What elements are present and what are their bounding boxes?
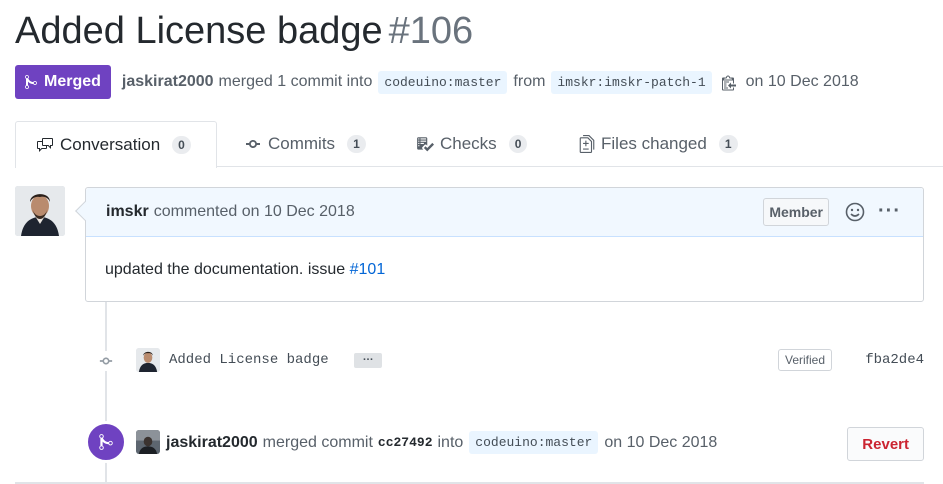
pr-number: #106 xyxy=(388,10,474,52)
comment-header: imskr commented on 10 Dec 2018 Member ··… xyxy=(75,188,923,237)
comment-body: updated the documentation. issue #101 xyxy=(86,237,923,303)
from-text: from xyxy=(513,73,546,90)
tab-label: Files changed xyxy=(601,134,707,153)
git-merge-icon xyxy=(85,421,127,463)
comment-author-link[interactable]: imskr xyxy=(106,203,149,221)
commit-row: Added License badge … Verified fba2de4 xyxy=(96,346,924,374)
tab-label: Conversation xyxy=(60,135,161,154)
tab-checks[interactable]: Checks 0 xyxy=(416,121,528,167)
status-badge: Merged xyxy=(15,65,111,99)
git-merge-icon xyxy=(25,74,37,90)
tab-label: Checks xyxy=(440,134,497,153)
avatar[interactable] xyxy=(15,186,65,236)
tab-counter: 1 xyxy=(347,135,366,153)
issue-link[interactable]: #101 xyxy=(350,261,386,278)
pr-title: Added License badge #106 xyxy=(15,10,473,53)
pr-tabs: Conversation 0 Commits 1 Checks 0 Files … xyxy=(15,121,943,168)
merge-base-branch[interactable]: codeuino:master xyxy=(469,431,599,454)
tab-files-changed[interactable]: Files changed 1 xyxy=(579,121,738,167)
tab-counter: 0 xyxy=(172,136,191,154)
verified-badge[interactable]: Verified xyxy=(778,349,833,371)
comment-text: updated the documentation. issue xyxy=(105,261,346,278)
tab-counter: 0 xyxy=(508,135,528,153)
git-commit-icon xyxy=(96,351,116,371)
commit-sha-link[interactable]: fba2de4 xyxy=(865,352,924,368)
commit-message-link[interactable]: Added License badge xyxy=(169,352,329,368)
clipboard-icon[interactable] xyxy=(721,74,736,91)
merge-text: jaskirat2000 merged commit cc27492 into … xyxy=(166,431,717,454)
comment-box: imskr commented on 10 Dec 2018 Member ··… xyxy=(75,187,924,303)
into-text: into xyxy=(437,433,464,451)
comment-discussion-icon xyxy=(37,138,53,152)
pr-author-link[interactable]: jaskirat2000 xyxy=(122,73,214,91)
avatar[interactable] xyxy=(136,430,160,454)
merge-sha-link[interactable]: cc27492 xyxy=(378,435,433,450)
merged-text: merged 1 commit into xyxy=(218,73,373,90)
revert-button[interactable]: Revert xyxy=(847,427,924,461)
comment-timestamp[interactable]: commented on 10 Dec 2018 xyxy=(154,203,355,221)
status-badge-label: Merged xyxy=(44,73,101,90)
tab-commits[interactable]: Commits 1 xyxy=(244,121,366,167)
merged-commit-text: merged commit xyxy=(262,433,373,451)
head-branch[interactable]: imskr:imskr-patch-1 xyxy=(551,70,712,94)
merge-author-link[interactable]: jaskirat2000 xyxy=(166,434,258,452)
member-label: Member xyxy=(763,198,829,226)
merge-date: on 10 Dec 2018 xyxy=(745,73,859,90)
kebab-menu-icon[interactable]: ··· xyxy=(878,201,901,221)
tab-label: Commits xyxy=(268,134,336,153)
pr-title-text: Added License badge xyxy=(15,10,383,52)
merge-event-date[interactable]: on 10 Dec 2018 xyxy=(604,434,717,452)
pr-meta: Merged jaskirat2000 merged 1 commit into… xyxy=(15,65,859,99)
diff-icon xyxy=(579,135,595,153)
tab-conversation[interactable]: Conversation 0 xyxy=(15,121,217,168)
checklist-icon xyxy=(417,137,434,152)
smiley-icon[interactable] xyxy=(845,202,865,227)
comment-arrow xyxy=(75,201,95,221)
merge-event: jaskirat2000 merged commit cc27492 into … xyxy=(85,421,924,463)
tab-counter: 1 xyxy=(718,135,738,153)
expand-commit-button[interactable]: … xyxy=(354,352,382,368)
base-branch[interactable]: codeuino:master xyxy=(378,70,508,94)
git-commit-icon xyxy=(246,140,260,148)
avatar[interactable] xyxy=(136,348,160,372)
